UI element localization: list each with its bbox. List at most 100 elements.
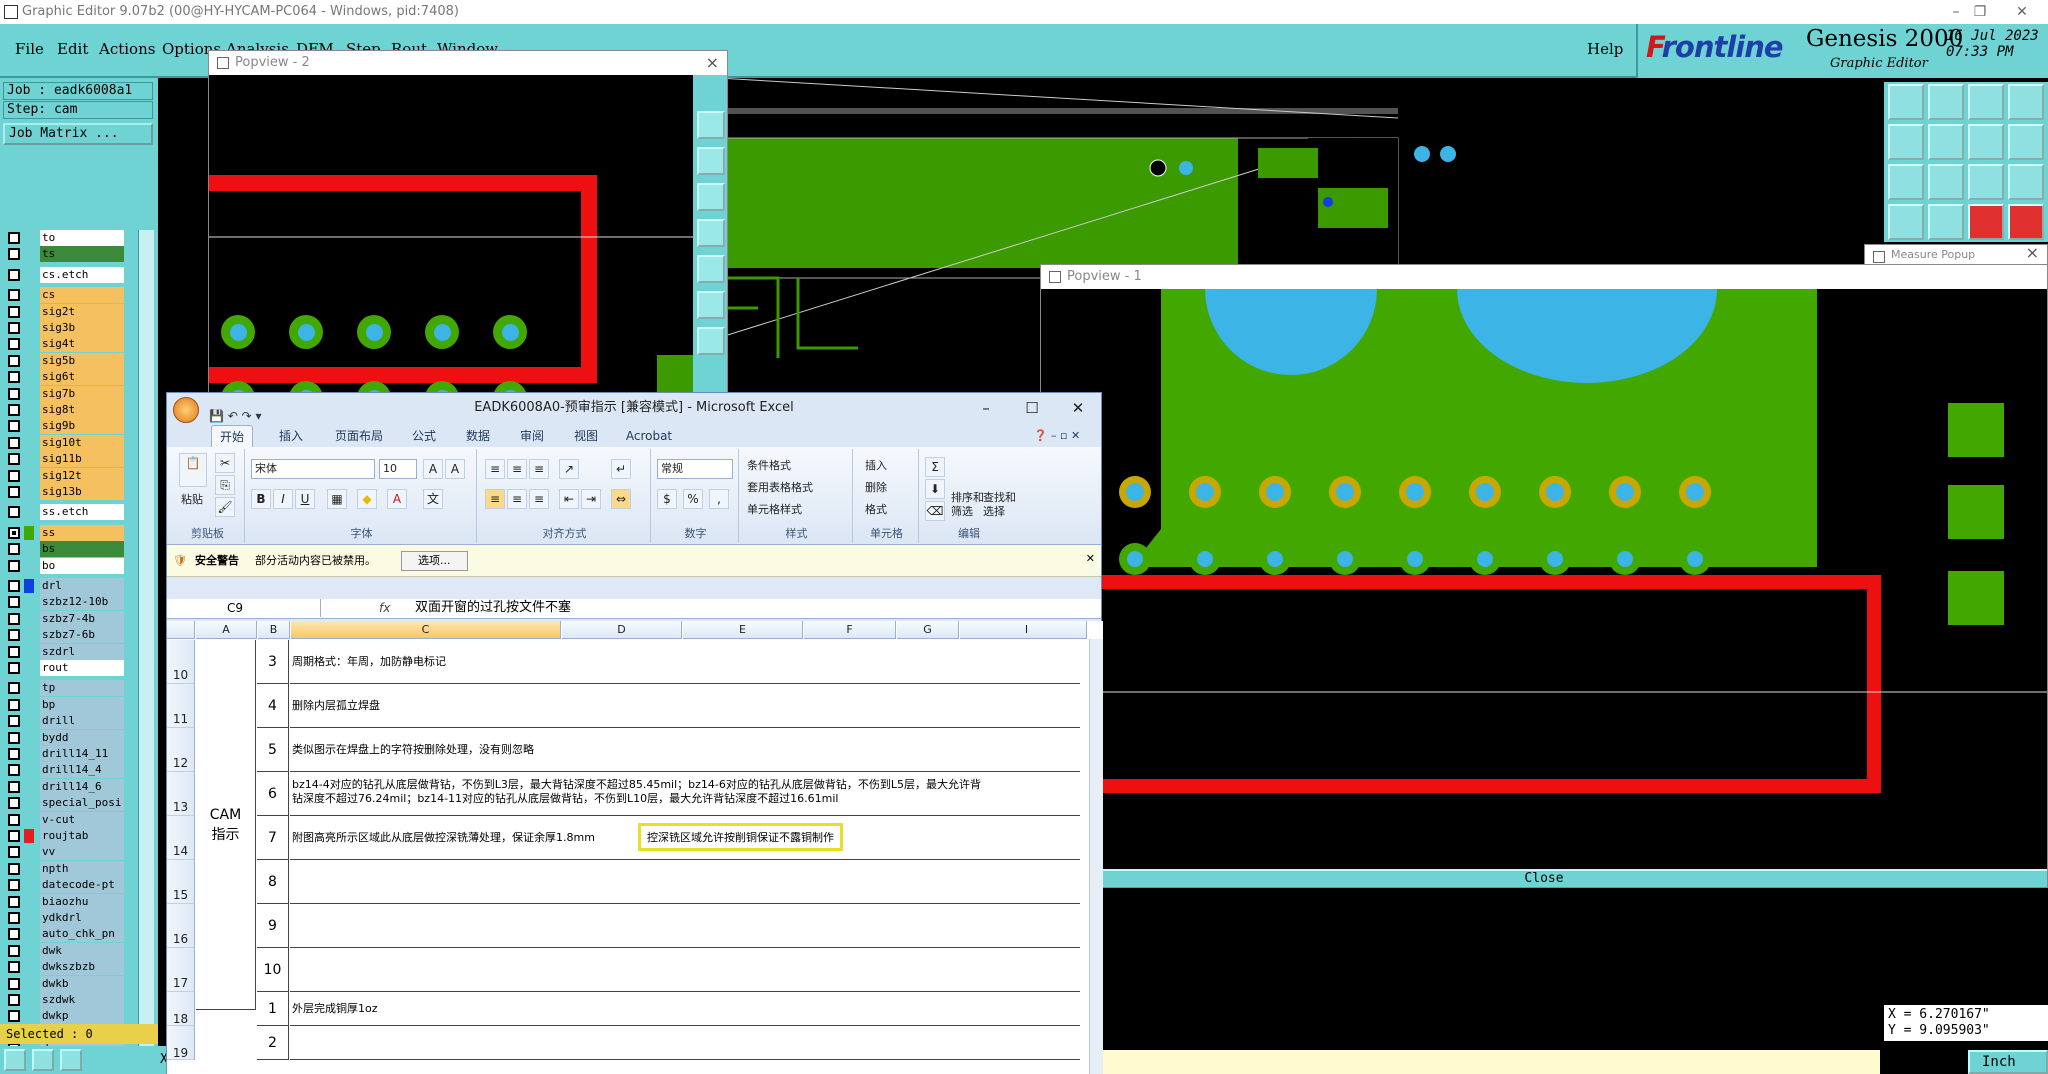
layer-checkbox[interactable] (8, 338, 20, 351)
layer-name[interactable]: sig7b (40, 385, 124, 402)
layer-color-swatch[interactable] (24, 779, 34, 794)
job-matrix-button[interactable]: Job Matrix ... (3, 123, 153, 145)
column-header[interactable]: F (804, 621, 896, 639)
layer-checkbox[interactable] (8, 371, 20, 384)
layer-name[interactable]: ss (40, 524, 124, 541)
menu-edit[interactable]: Edit (57, 40, 88, 58)
layer-color-swatch[interactable] (24, 542, 34, 557)
layer-checkbox[interactable] (8, 436, 20, 449)
layer-row[interactable]: ydkdrl (6, 910, 126, 926)
select-all-corner[interactable] (167, 621, 195, 639)
layer-name[interactable]: bs (40, 541, 124, 558)
layer-name[interactable]: v-cut (40, 811, 124, 828)
layer-name[interactable]: szbz7-6b (40, 627, 124, 644)
layer-checkbox[interactable] (8, 322, 20, 334)
column-header[interactable]: D (562, 621, 682, 639)
layer-color-swatch[interactable] (24, 943, 34, 958)
grid-tool-icon[interactable] (60, 1049, 82, 1071)
layer-checkbox[interactable] (8, 813, 20, 826)
layer-name[interactable]: auto_chk_pn (40, 926, 124, 943)
layer-color-swatch[interactable] (24, 829, 34, 843)
tab-home[interactable]: 开始 (211, 425, 253, 447)
zoom-icon[interactable] (697, 111, 725, 139)
increase-indent-icon[interactable]: ⇥ (581, 489, 601, 509)
layer-checkbox[interactable] (8, 612, 20, 625)
layer-checkbox[interactable] (8, 404, 20, 416)
help-icon[interactable] (2008, 164, 2044, 200)
layer-row[interactable]: cs (6, 287, 126, 304)
layer-name[interactable]: ydkdrl (40, 910, 124, 926)
layer-name[interactable]: dwk (40, 942, 124, 959)
layer-color-swatch[interactable] (24, 644, 34, 659)
zoom-fit-icon[interactable] (1968, 124, 2004, 160)
name-box[interactable]: C9 (167, 599, 321, 617)
layer-row[interactable]: drill (6, 713, 126, 730)
row-header[interactable]: 19 (167, 1026, 195, 1060)
cell-instruction[interactable]: 周期格式：年周，加防静电标记 (290, 640, 1080, 684)
layer-row[interactable]: npth (6, 860, 126, 877)
layer-row[interactable]: special_posi (6, 795, 126, 812)
close-icon[interactable]: ✕ (1055, 393, 1101, 423)
close-icon[interactable]: × (2026, 243, 2039, 263)
cell-number[interactable]: 2 (257, 1026, 289, 1060)
layer-checkbox[interactable] (8, 543, 20, 556)
layer-row[interactable]: dwkb (6, 975, 126, 992)
layer-checkbox[interactable] (8, 797, 20, 810)
cell-instruction[interactable]: 外层完成铜厚1oz (290, 992, 1080, 1026)
snap-tool-icon[interactable] (32, 1049, 54, 1071)
row-header[interactable]: 12 (167, 728, 195, 772)
cell-instruction[interactable]: 类似图示在焊盘上的字符按删除处理，没有则忽略 (290, 728, 1080, 772)
decrease-indent-icon[interactable]: ⇤ (559, 489, 579, 509)
fill-color-icon[interactable]: ◆ (357, 489, 377, 509)
layer-name[interactable]: npth (40, 860, 124, 877)
layer-row[interactable]: vv (6, 844, 126, 861)
layer-checkbox[interactable] (8, 526, 20, 539)
layer-checkbox[interactable] (8, 682, 20, 695)
layer-name[interactable]: szbz7-4b (40, 610, 124, 627)
home-icon[interactable] (1968, 84, 2004, 120)
row-header[interactable]: 13 (167, 772, 195, 816)
cell-instruction[interactable] (290, 860, 1080, 904)
layer-checkbox[interactable] (8, 248, 20, 261)
phonetic-icon[interactable]: 文 (423, 489, 443, 509)
copy-icon[interactable]: ⎘ (215, 475, 235, 495)
layer-name[interactable]: drl (40, 578, 124, 594)
layer-row[interactable]: bs (6, 541, 126, 558)
cell-number[interactable]: 9 (257, 904, 289, 948)
layer-name[interactable]: drill14_11 (40, 746, 124, 762)
layer-name[interactable]: drill (40, 713, 124, 730)
layer-name[interactable]: ts (40, 246, 124, 263)
layer-row[interactable]: to (6, 230, 126, 246)
pan-right-icon[interactable] (697, 255, 725, 283)
cell-number[interactable]: 3 (257, 640, 289, 684)
highlighted-note-cell[interactable]: 控深铣区域允许按削铜保证不露铜制作 (638, 823, 843, 851)
layer-name[interactable]: szdrl (40, 643, 124, 660)
layer-checkbox[interactable] (8, 994, 20, 1006)
insert-cells-button[interactable]: 插入 (865, 457, 887, 473)
layer-color-swatch[interactable] (24, 911, 34, 925)
cell-number[interactable]: 1 (257, 992, 289, 1026)
layer-name[interactable]: szbz12-10b (40, 594, 124, 611)
close-icon[interactable]: × (706, 51, 719, 75)
layer-row[interactable]: v-cut (6, 811, 126, 828)
layer-checkbox[interactable] (8, 846, 20, 859)
layer-row[interactable]: sig13b (6, 484, 126, 500)
fit-icon[interactable] (697, 291, 725, 319)
layer-row[interactable]: bydd (6, 729, 126, 746)
pan-icon[interactable] (2008, 84, 2044, 120)
layer-checkbox[interactable] (8, 469, 20, 482)
layer-color-swatch[interactable] (24, 579, 34, 593)
formula-input[interactable]: 双面开窗的过孔按文件不塞 (415, 599, 571, 617)
align-right-icon[interactable]: ≡ (529, 489, 549, 509)
cell-number[interactable]: 5 (257, 728, 289, 772)
layer-name[interactable]: cs (40, 287, 124, 304)
layer-color-swatch[interactable] (24, 714, 34, 729)
layer-checkbox[interactable] (8, 629, 20, 642)
layer-checkbox[interactable] (8, 305, 20, 318)
layer-row[interactable]: szbz7-6b (6, 627, 126, 644)
layer-color-swatch[interactable] (24, 304, 34, 319)
zoom-in-icon[interactable] (1888, 164, 1924, 200)
column-header[interactable]: C (291, 621, 561, 639)
autosum-icon[interactable]: Σ (925, 457, 945, 477)
layer-name[interactable]: dwkp (40, 1008, 124, 1025)
